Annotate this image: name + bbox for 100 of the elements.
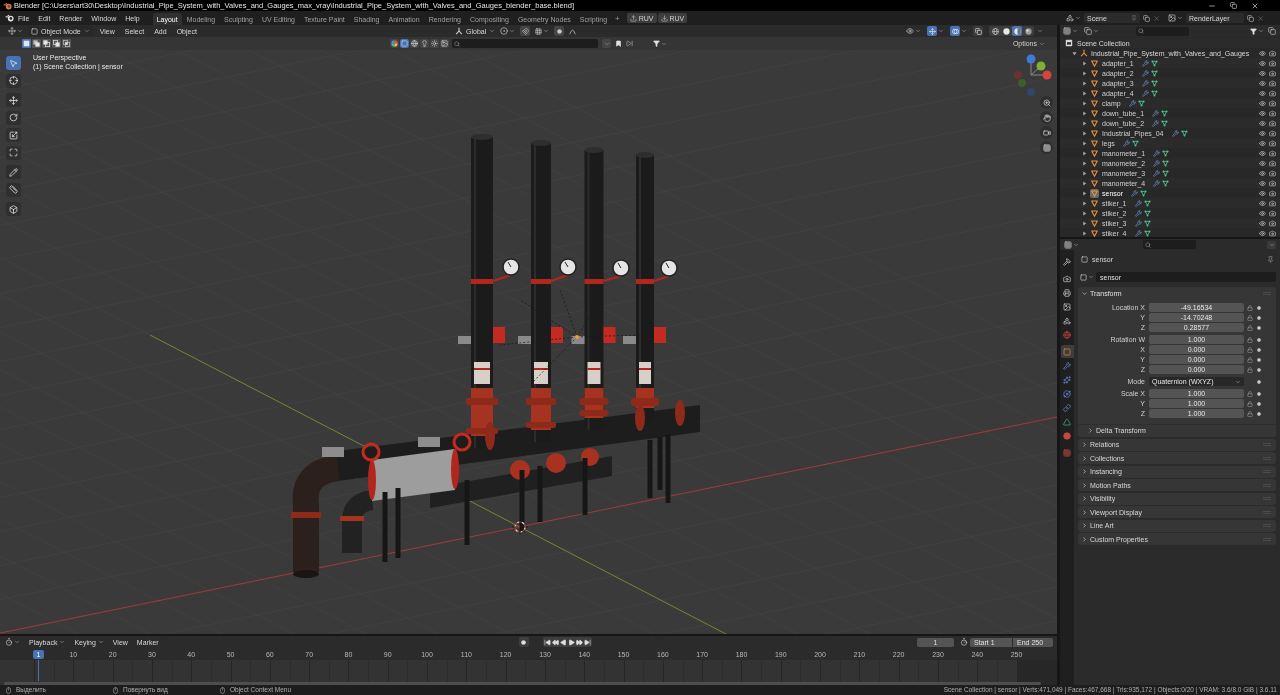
eye-icon[interactable] <box>1259 219 1266 227</box>
editor-type-button[interactable] <box>1064 240 1079 249</box>
view-layer-menu-button[interactable] <box>1168 14 1183 22</box>
properties-tab[interactable] <box>1060 429 1074 442</box>
rewind-icon[interactable] <box>551 638 559 646</box>
lock-icon[interactable] <box>1247 410 1253 417</box>
shading-button[interactable] <box>1023 26 1033 36</box>
expand-arrow-icon[interactable] <box>1082 60 1087 66</box>
eye-icon[interactable] <box>1259 59 1266 67</box>
expand-arrow-icon[interactable] <box>1082 180 1087 186</box>
viewport-toggle[interactable] <box>973 26 983 36</box>
lock-icon[interactable] <box>1247 346 1253 353</box>
keyframe-dot-icon[interactable] <box>1257 411 1261 416</box>
properties-tab[interactable] <box>1060 345 1074 358</box>
chevron-right-icon[interactable] <box>1082 482 1087 488</box>
restore-icon[interactable] <box>1230 2 1237 9</box>
skip-icon[interactable] <box>626 40 633 47</box>
expand-arrow-icon[interactable] <box>1082 70 1087 76</box>
search-field[interactable] <box>452 39 598 48</box>
camera-icon[interactable] <box>1269 179 1276 187</box>
expand-arrow-icon[interactable] <box>1082 90 1087 96</box>
properties-tab[interactable] <box>1060 415 1074 428</box>
eye-icon[interactable] <box>1259 49 1266 57</box>
camera-icon[interactable] <box>1269 129 1276 137</box>
tool-button[interactable] <box>6 110 21 125</box>
eye-icon[interactable] <box>1259 119 1266 127</box>
keyframe-dot-icon[interactable] <box>1257 325 1261 330</box>
editor-type-button[interactable] <box>1063 27 1078 35</box>
lock-icon[interactable] <box>1247 356 1253 363</box>
editor-type-button[interactable] <box>5 638 20 646</box>
keyframe-dot-icon[interactable] <box>1257 401 1261 406</box>
chevron-right-icon[interactable] <box>1082 523 1087 528</box>
shading-button[interactable] <box>1012 26 1022 36</box>
expand-arrow-icon[interactable] <box>1082 210 1087 216</box>
keyframe-dot-icon[interactable] <box>1257 391 1261 396</box>
chevron-right-icon[interactable] <box>1082 536 1087 542</box>
eye-icon[interactable] <box>1259 99 1266 107</box>
eye-icon[interactable] <box>1259 209 1266 217</box>
expand-arrow-icon[interactable] <box>1072 50 1077 56</box>
chevron-right-icon[interactable] <box>1088 427 1093 433</box>
camera-icon[interactable] <box>1269 99 1276 107</box>
tool-button[interactable] <box>6 128 21 142</box>
close-icon[interactable] <box>1251 1 1259 10</box>
camera-icon[interactable] <box>1269 69 1276 77</box>
tool-button[interactable] <box>6 182 21 197</box>
overlapping-squares-icon[interactable] <box>1268 27 1276 35</box>
lock-icon[interactable] <box>1247 304 1253 311</box>
grid-icon[interactable] <box>1040 141 1053 154</box>
expand-arrow-icon[interactable] <box>1082 150 1087 156</box>
expand-arrow-icon[interactable] <box>1082 140 1087 146</box>
properties-tab[interactable] <box>1060 255 1074 268</box>
expand-arrow-icon[interactable] <box>1082 120 1087 126</box>
eye-icon[interactable] <box>1259 79 1266 87</box>
add-workspace-button[interactable]: + <box>612 13 623 25</box>
keyframe-dot-icon[interactable] <box>1257 315 1261 320</box>
camera-icon[interactable] <box>1269 169 1276 177</box>
eye-icon[interactable] <box>1259 89 1266 97</box>
keyframe-dot-icon[interactable] <box>1257 347 1261 352</box>
expand-arrow-icon[interactable] <box>1082 220 1087 226</box>
camera-icon[interactable] <box>1269 149 1276 157</box>
keyframe-dot-icon[interactable] <box>1257 379 1261 384</box>
lock-icon[interactable] <box>1247 314 1253 321</box>
properties-tab[interactable] <box>1060 373 1074 386</box>
proportional-toggle[interactable] <box>554 26 565 36</box>
chevron-right-icon[interactable] <box>1082 496 1087 501</box>
expand-arrow-icon[interactable] <box>1082 130 1087 136</box>
properties-tab[interactable] <box>1060 314 1074 327</box>
chevron-right-icon[interactable] <box>1082 509 1087 515</box>
eye-icon[interactable] <box>1259 159 1266 167</box>
pivot-dropdown[interactable] <box>500 27 516 35</box>
camera-icon[interactable] <box>1269 109 1276 117</box>
stopwatch-icon[interactable] <box>960 638 968 646</box>
camera-icon[interactable] <box>1269 209 1276 217</box>
eye-icon[interactable] <box>1259 149 1266 157</box>
filter-toggle[interactable] <box>440 39 449 48</box>
filter-toggle[interactable] <box>390 39 399 48</box>
eye-icon[interactable] <box>1259 109 1266 117</box>
bookmark-icon[interactable] <box>615 40 622 47</box>
tool-button[interactable] <box>6 93 21 107</box>
lock-icon[interactable] <box>1247 390 1253 397</box>
keyframe-dot-icon[interactable] <box>1257 367 1261 372</box>
lock-icon[interactable] <box>1247 400 1253 407</box>
chevron-right-icon[interactable] <box>1082 469 1087 474</box>
search-field[interactable] <box>1136 26 1189 36</box>
properties-tab[interactable] <box>1060 359 1074 372</box>
camera-icon[interactable] <box>1269 49 1276 57</box>
eye-icon[interactable] <box>1259 179 1266 187</box>
selection-mode-button[interactable] <box>42 39 51 48</box>
snap-toggle[interactable] <box>520 26 531 36</box>
properties-tab[interactable] <box>1060 300 1074 313</box>
camera-icon[interactable] <box>1269 119 1276 127</box>
camera-icon[interactable] <box>1269 59 1276 67</box>
chevron-down-icon[interactable] <box>1082 290 1087 296</box>
properties-tab[interactable] <box>1060 328 1074 341</box>
expand-arrow-icon[interactable] <box>1082 170 1087 176</box>
dropdown-button[interactable] <box>1267 240 1276 249</box>
camera-icon[interactable] <box>1269 219 1276 227</box>
expand-arrow-icon[interactable] <box>1082 160 1087 166</box>
properties-tab[interactable] <box>1060 286 1074 299</box>
selection-mode-button[interactable] <box>52 39 61 48</box>
